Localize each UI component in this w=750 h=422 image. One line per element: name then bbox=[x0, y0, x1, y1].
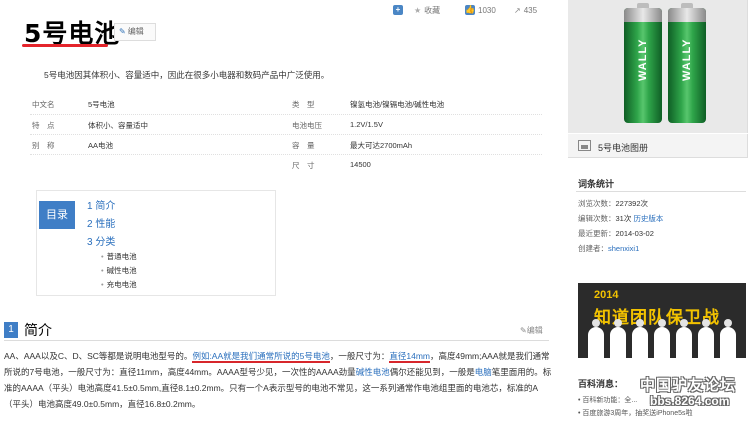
info-row: 特 点 体积小、容量适中 电池电压 1.2V/1.5V bbox=[30, 114, 542, 134]
toc-subitem[interactable]: 充电电池 bbox=[101, 279, 137, 290]
section-number: 1 bbox=[4, 322, 18, 338]
star-icon: ★ bbox=[414, 5, 422, 15]
watermark-url: bbs.8264.com bbox=[650, 394, 730, 408]
info-value: 最大可达2700mAh bbox=[350, 141, 413, 150]
info-key: 特 点 bbox=[32, 121, 55, 130]
stat-updated: 最近更新：2014-03-02 bbox=[578, 229, 654, 238]
album-icon bbox=[578, 140, 591, 151]
stat-creator: 创建者：shenxixi1 bbox=[578, 244, 640, 253]
toc-subitem[interactable]: 普通电池 bbox=[101, 251, 137, 262]
like-button[interactable]: 👍 1030 bbox=[465, 3, 496, 17]
edit-button[interactable]: ✎ 编辑 bbox=[114, 23, 156, 41]
toc-item-intro[interactable]: 1 简介 bbox=[87, 197, 115, 212]
info-value: 5号电池 bbox=[88, 100, 115, 109]
stats-divider bbox=[576, 191, 746, 192]
battery-brand: WALLY bbox=[637, 38, 649, 82]
info-row: 尺 寸 14500 bbox=[30, 154, 542, 174]
sidebar: WALLY WALLY 5号电池图册 词条统计 浏览次数：227392次 编辑次… bbox=[568, 0, 750, 422]
add-button[interactable]: + bbox=[393, 3, 403, 17]
section-paragraph: AA、AAA以及C、D、SC等都是说明电池型号的。例如:AA就是我们通常所说的5… bbox=[4, 351, 552, 409]
main-content: 5号电池 ✎ 编辑 + ★ 收藏 👍 1030 ↗ 435 5号电池因其体积小、容量适中… bbox=[0, 0, 560, 422]
news-item[interactable]: 百科新功能：全... bbox=[578, 395, 637, 405]
promo-banner[interactable]: 2014 知道团队保卫战 bbox=[578, 283, 746, 358]
info-key: 类 型 bbox=[292, 100, 315, 109]
creator-link[interactable]: shenxixi1 bbox=[608, 244, 639, 253]
toc-subitem[interactable]: 碱性电池 bbox=[101, 265, 137, 276]
share-icon: ↗ bbox=[514, 5, 521, 15]
info-key: 电池电压 bbox=[292, 121, 322, 130]
thumb-up-icon: 👍 bbox=[465, 5, 475, 15]
section-edit-button[interactable]: ✎编辑 bbox=[520, 325, 543, 336]
section-title: 简介 bbox=[24, 322, 52, 338]
info-value: 14500 bbox=[350, 160, 371, 169]
info-value: 1.2V/1.5V bbox=[350, 120, 383, 129]
title-annotation-underline bbox=[22, 44, 108, 47]
info-key: 中文名 bbox=[32, 100, 55, 109]
info-row: 中文名 5号电池 类 型 镍氢电池/镍镉电池/碱性电池 bbox=[30, 94, 542, 114]
stat-views: 浏览次数：227392次 bbox=[578, 199, 649, 208]
watermark: 中国驴友论坛 bbox=[640, 377, 737, 394]
info-key: 别 称 bbox=[32, 141, 55, 150]
news-title: 百科消息： bbox=[578, 379, 624, 389]
toc-item-category[interactable]: 3 分类 bbox=[87, 233, 115, 248]
banner-text: 知道团队保卫战 bbox=[594, 308, 720, 327]
collect-button[interactable]: ★ 收藏 bbox=[414, 3, 440, 17]
info-key: 尺 寸 bbox=[292, 161, 315, 170]
info-key: 容 量 bbox=[292, 141, 315, 150]
highlighted-text: 直径14mm bbox=[389, 351, 431, 363]
inline-link[interactable]: 电脑 bbox=[475, 367, 492, 377]
news-item[interactable]: 百度旅游3周年，抽奖送iPhone5s啦 bbox=[578, 408, 692, 418]
info-value: 镍氢电池/镍镉电池/碱性电池 bbox=[350, 100, 445, 109]
battery-brand: WALLY bbox=[681, 38, 693, 82]
toc-badge: 目录 bbox=[39, 201, 75, 229]
info-row: 别 称 AA电池 容 量 最大可达2700mAh bbox=[30, 134, 542, 154]
toc-item-performance[interactable]: 2 性能 bbox=[87, 215, 115, 230]
plus-icon: + bbox=[393, 5, 403, 15]
stat-edits: 编辑次数：31次 历史版本 bbox=[578, 214, 664, 223]
banner-figures bbox=[588, 319, 738, 358]
stats-title: 词条统计 bbox=[578, 179, 615, 189]
summary-text: 5号电池因其体积小、容量适中，因此在很多小电器和数码产品中广泛使用。 bbox=[44, 70, 330, 80]
pencil-icon: ✎ bbox=[520, 326, 527, 335]
inline-link[interactable]: 碱性电池 bbox=[356, 367, 390, 377]
battery-photo[interactable]: WALLY WALLY bbox=[568, 0, 748, 133]
section-divider bbox=[4, 340, 549, 341]
basic-info-table: 中文名 5号电池 类 型 镍氢电池/镍镉电池/碱性电池 特 点 体积小、容量适中… bbox=[30, 94, 542, 174]
highlighted-text: 例如:AA就是我们通常所说的5号电池 bbox=[192, 351, 330, 363]
pencil-icon: ✎ bbox=[119, 27, 126, 36]
info-value: AA电池 bbox=[88, 141, 114, 150]
table-of-contents: 目录 1 简介 2 性能 3 分类 普通电池 碱性电池 充电电池 bbox=[36, 190, 276, 296]
info-value: 体积小、容量适中 bbox=[88, 121, 148, 130]
share-button[interactable]: ↗ 435 bbox=[514, 3, 537, 17]
history-link[interactable]: 历史版本 bbox=[633, 214, 663, 223]
battery-image: WALLY bbox=[668, 3, 706, 123]
banner-year: 2014 bbox=[594, 289, 619, 301]
battery-image: WALLY bbox=[624, 3, 662, 123]
photo-album-link[interactable]: 5号电池图册 bbox=[568, 134, 748, 158]
